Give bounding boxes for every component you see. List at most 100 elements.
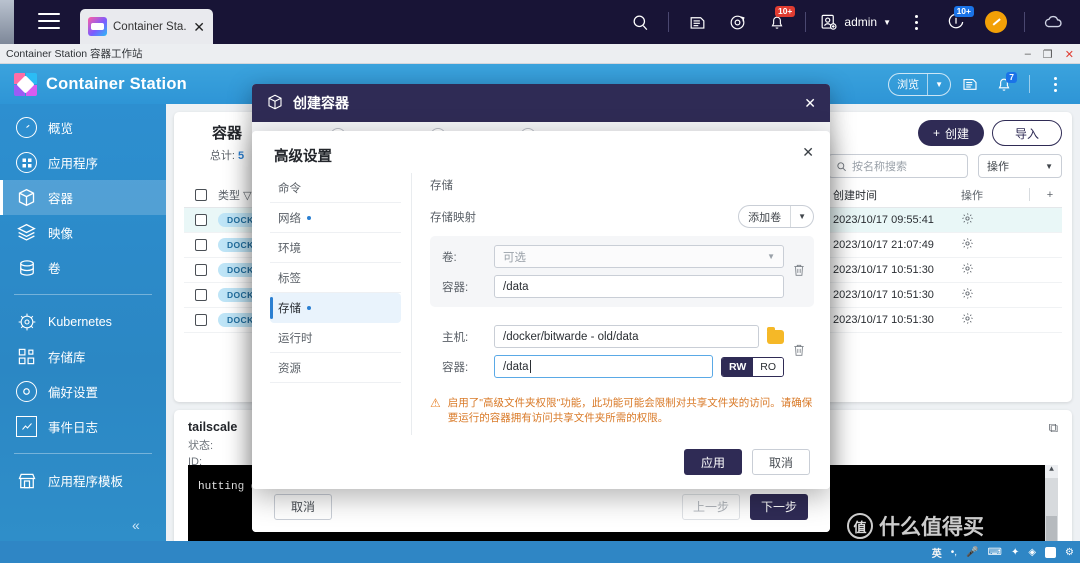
row-created: 2023/10/17 21:07:49 (833, 239, 934, 251)
import-button-label: 导入 (1014, 126, 1039, 141)
close-icon[interactable]: ✕ (1065, 48, 1074, 61)
more-icon[interactable] (897, 0, 935, 44)
previous-button[interactable]: 上一步 (682, 493, 740, 520)
cancel-button[interactable]: 取消 (752, 449, 810, 475)
row-created: 2023/10/17 10:51:30 (833, 314, 934, 326)
expand-icon[interactable]: ⧉ (1049, 420, 1058, 436)
row-settings-icon[interactable] (961, 212, 1021, 228)
nav-item-network[interactable]: 网络 (270, 203, 401, 233)
ime-icon[interactable]: 英 (932, 545, 942, 560)
nav-item-resources[interactable]: 资源 (270, 353, 401, 383)
search-input[interactable]: 按名称搜索 (828, 154, 968, 178)
create-button[interactable]: + 创建 (917, 120, 984, 146)
volume-label: 卷: (442, 251, 457, 264)
permission-toggle[interactable]: RW RO (720, 356, 784, 377)
volume-select[interactable]: 可选 ▼ (494, 245, 784, 268)
close-icon[interactable]: ✕ (193, 20, 205, 34)
user-menu[interactable]: admin ▼ (815, 13, 895, 32)
container-path-input[interactable]: /data (494, 355, 713, 378)
notification-badge: 7 (1006, 72, 1017, 84)
row-settings-icon[interactable] (961, 312, 1021, 328)
nav-item-labels[interactable]: 标签 (270, 263, 401, 293)
row-checkbox[interactable] (195, 264, 207, 276)
create-dialog-header: 创建容器 ✕ (252, 84, 830, 122)
filter-icon[interactable]: ▽ (243, 190, 251, 202)
delete-mapping-button[interactable] (792, 343, 806, 360)
list-toolbar: + 创建 导入 (917, 120, 1062, 146)
browse-button[interactable]: 浏览 ▼ (888, 72, 951, 96)
preferences-icon (16, 381, 37, 402)
row-settings-icon[interactable] (961, 262, 1021, 278)
nav-item-label: 网络 (278, 212, 301, 225)
sidebar-collapse-icon[interactable]: « (132, 517, 140, 533)
sidebar-item-preferences[interactable]: 偏好设置 (0, 374, 166, 409)
nav-item-runtime[interactable]: 运行时 (270, 323, 401, 353)
import-button[interactable]: 导入 (991, 120, 1062, 146)
add-volume-button[interactable]: 添加卷 ▼ (738, 205, 814, 228)
sidebar-item-images[interactable]: 映像 (0, 215, 166, 250)
minimize-icon[interactable]: – (1025, 48, 1031, 60)
main-menu-icon[interactable] (38, 13, 60, 34)
operations-dropdown[interactable]: 操作 ▼ (978, 154, 1062, 178)
sidebar-item-event-log[interactable]: 事件日志 (0, 409, 166, 444)
row-checkbox[interactable] (195, 214, 207, 226)
plus-icon: + (932, 126, 940, 140)
sidebar-item-kubernetes[interactable]: Kubernetes (0, 304, 166, 339)
row-checkbox[interactable] (195, 239, 207, 251)
extension-icon[interactable]: ◈ (1028, 547, 1036, 558)
add-column-icon[interactable]: + (1038, 189, 1062, 201)
microphone-icon[interactable]: 🎤 (966, 547, 978, 558)
sidebar-item-overview[interactable]: 概览 (0, 110, 166, 145)
file-station-icon[interactable] (678, 0, 716, 44)
qts-icon-tray: 10+ admin ▼ 10+ (621, 0, 1072, 44)
browse-folder-icon[interactable] (767, 326, 784, 344)
apps-icon[interactable] (1045, 546, 1057, 558)
permission-ro-option[interactable]: RO (753, 357, 783, 376)
row-checkbox[interactable] (195, 314, 207, 326)
tools-icon[interactable]: ✦ (1011, 547, 1019, 558)
warning-icon: ⚠ (430, 396, 441, 410)
file-station-icon[interactable] (955, 64, 985, 104)
user-icon (821, 14, 837, 30)
host-path-input[interactable]: /docker/bitwarde - old/data (494, 325, 759, 348)
sidebar-item-volumes[interactable]: 卷 (0, 250, 166, 285)
modified-dot-icon (307, 305, 311, 310)
backup-sync-icon[interactable] (718, 0, 756, 44)
window-title-bar: Container Station 容器工作站 – ❐ ✕ (0, 44, 1080, 64)
select-all-checkbox[interactable] (195, 188, 207, 201)
sidebar-item-containers[interactable]: 容器 (0, 180, 166, 215)
background-task-icon[interactable]: 10+ (937, 0, 975, 44)
sidebar-item-app-template[interactable]: 应用程序模板 (0, 463, 166, 498)
close-icon[interactable]: ✕ (804, 95, 816, 112)
cancel-button[interactable]: 取消 (274, 493, 332, 520)
maximize-icon[interactable]: ❐ (1043, 48, 1053, 61)
column-created[interactable]: 创建时间 (833, 187, 961, 203)
app-tab-container-station[interactable]: Container Sta... ✕ (80, 9, 213, 44)
more-icon[interactable] (1040, 64, 1070, 104)
sidebar-item-applications[interactable]: 应用程序 (0, 145, 166, 180)
apply-button[interactable]: 应用 (684, 449, 742, 475)
advanced-settings-nav: 命令 网络 环境 标签 存储 运行时 资源 (252, 173, 412, 435)
nav-item-label: 命令 (278, 182, 301, 195)
delete-mapping-button[interactable] (792, 263, 806, 280)
container-path-input[interactable]: /data (494, 275, 784, 298)
keyboard-icon[interactable]: ⌨ (988, 547, 1002, 558)
resource-monitor-icon[interactable] (977, 0, 1015, 44)
nav-item-storage[interactable]: 存储 (270, 293, 401, 323)
gear-icon[interactable]: ⚙ (1065, 547, 1074, 558)
row-settings-icon[interactable] (961, 237, 1021, 253)
ime-punctuation-icon[interactable]: •, (951, 547, 957, 558)
search-icon[interactable] (621, 0, 659, 44)
row-settings-icon[interactable] (961, 287, 1021, 303)
permission-rw-option[interactable]: RW (721, 357, 754, 376)
row-checkbox[interactable] (195, 289, 207, 301)
close-icon[interactable]: ✕ (802, 144, 814, 161)
next-button[interactable]: 下一步 (750, 493, 808, 520)
notification-icon[interactable]: 10+ (758, 0, 796, 44)
scroll-up-icon[interactable]: ▲ (1045, 465, 1058, 478)
nav-item-environment[interactable]: 环境 (270, 233, 401, 263)
sidebar-item-registry[interactable]: 存储库 (0, 339, 166, 374)
notification-icon[interactable]: 7 (989, 64, 1019, 104)
cloud-icon[interactable] (1034, 0, 1072, 44)
nav-item-command[interactable]: 命令 (270, 173, 401, 203)
